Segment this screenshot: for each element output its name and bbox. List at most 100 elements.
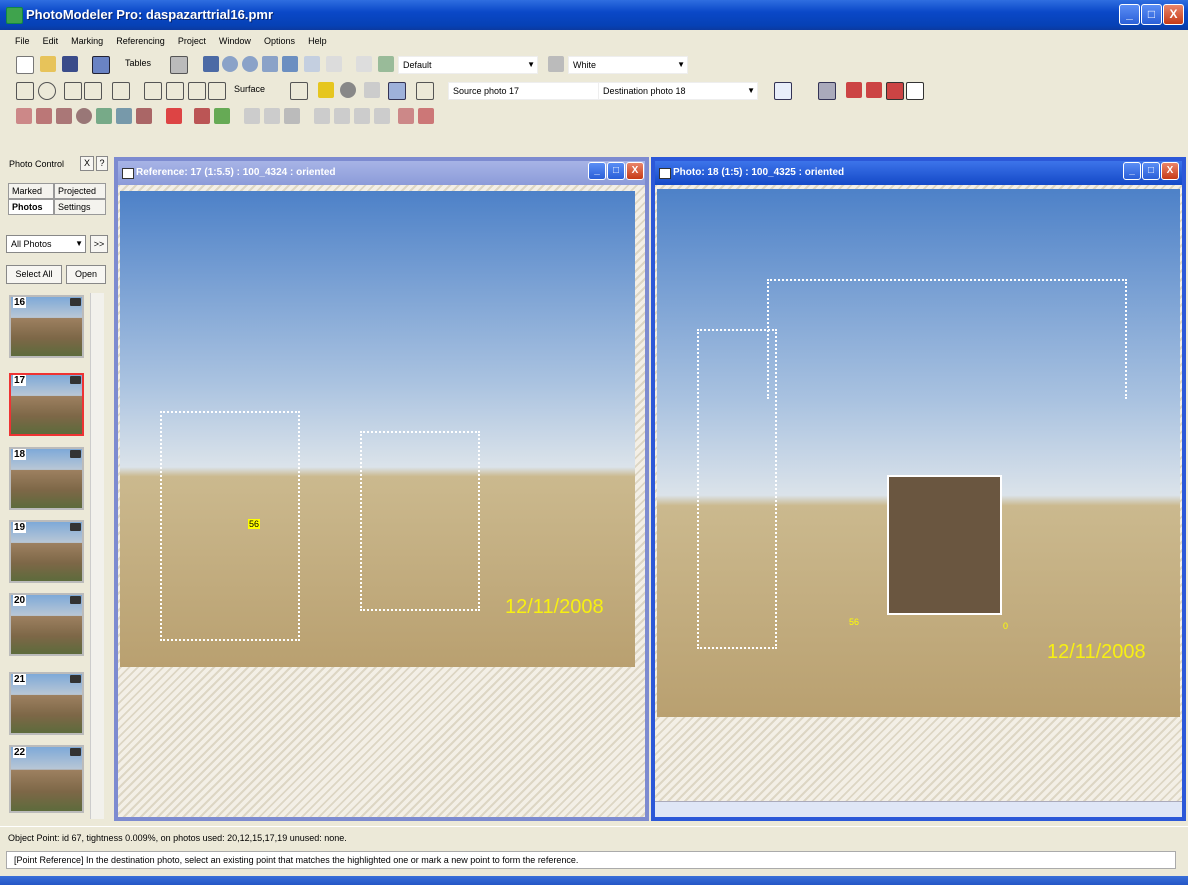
- layout-2-icon[interactable]: [866, 82, 882, 98]
- source-photo-combo[interactable]: Source photo 17▼: [448, 82, 608, 100]
- open-folder-icon[interactable]: [40, 56, 56, 72]
- camera-station-icon[interactable]: [340, 82, 356, 98]
- menu-window[interactable]: Window: [214, 34, 256, 48]
- style-combo[interactable]: Default ▼: [398, 56, 538, 74]
- photo-maximize-button[interactable]: □: [1142, 162, 1160, 180]
- swap-photos-icon[interactable]: [818, 82, 836, 100]
- select-point-icon[interactable]: [774, 82, 792, 100]
- tool-5-icon[interactable]: [96, 108, 112, 124]
- undo-icon[interactable]: [356, 56, 372, 72]
- tab-photos[interactable]: Photos: [8, 199, 54, 215]
- menu-file[interactable]: File: [10, 34, 35, 48]
- destination-photo-window[interactable]: Photo: 18 (1:5) : 100_4325 : oriented _ …: [651, 157, 1186, 821]
- tool-7-icon[interactable]: [136, 108, 152, 124]
- zoom-point-icon[interactable]: [38, 82, 56, 100]
- tab-settings[interactable]: Settings: [54, 199, 106, 215]
- thumbnail-16[interactable]: 16: [9, 295, 84, 358]
- tool-9-icon[interactable]: [194, 108, 210, 124]
- reference-photo-window[interactable]: Reference: 17 (1:5.5) : 100_4324 : orien…: [114, 157, 649, 821]
- thumbnail-19[interactable]: 19: [9, 520, 84, 583]
- close-button[interactable]: X: [1163, 4, 1184, 25]
- mark-point-icon[interactable]: [64, 82, 82, 100]
- tool-16-icon[interactable]: [354, 108, 370, 124]
- path-icon[interactable]: [290, 82, 308, 100]
- tool-4-icon[interactable]: [76, 108, 92, 124]
- tables-label[interactable]: Tables: [125, 58, 151, 68]
- spline-icon[interactable]: [188, 82, 206, 100]
- tool-11-icon[interactable]: [244, 108, 260, 124]
- thumbnail-21[interactable]: 21: [9, 672, 84, 735]
- tab-marked[interactable]: Marked: [8, 183, 54, 199]
- move-point-icon[interactable]: [84, 82, 102, 100]
- photo-window-caption[interactable]: Photo: 18 (1:5) : 100_4325 : oriented _ …: [655, 161, 1182, 185]
- maximize-button[interactable]: □: [1141, 4, 1162, 25]
- tool-18-icon[interactable]: [398, 108, 414, 124]
- layout-1-icon[interactable]: [846, 82, 862, 98]
- thumbnail-20[interactable]: 20: [9, 593, 84, 656]
- layers-icon[interactable]: [326, 56, 342, 72]
- minimize-button[interactable]: _: [1119, 4, 1140, 25]
- text-icon[interactable]: [364, 82, 380, 98]
- color-icon[interactable]: [548, 56, 564, 72]
- zoom-fit-icon[interactable]: [262, 56, 278, 72]
- tool-15-icon[interactable]: [334, 108, 350, 124]
- tool-14-icon[interactable]: [314, 108, 330, 124]
- auto-reference-icon[interactable]: [416, 82, 434, 100]
- more-button[interactable]: >>: [90, 235, 108, 253]
- panel-close-button[interactable]: X: [80, 156, 94, 171]
- menu-marking[interactable]: Marking: [66, 34, 108, 48]
- align-icon[interactable]: [304, 56, 320, 72]
- ref-maximize-button[interactable]: □: [607, 162, 625, 180]
- menu-edit[interactable]: Edit: [38, 34, 64, 48]
- edge-icon[interactable]: [144, 82, 162, 100]
- ref-close-button[interactable]: X: [626, 162, 644, 180]
- layout-3-icon[interactable]: [886, 82, 904, 100]
- thumbnail-scrollbar[interactable]: [90, 293, 104, 819]
- open-button[interactable]: Open: [66, 265, 106, 284]
- tab-projected[interactable]: Projected: [54, 183, 106, 199]
- save-icon[interactable]: [62, 56, 78, 72]
- tool-2-icon[interactable]: [36, 108, 52, 124]
- tool-8-icon[interactable]: [166, 108, 182, 124]
- remove-reference-icon[interactable]: [794, 82, 810, 98]
- photo-horizontal-scrollbar[interactable]: [655, 801, 1182, 817]
- tool-3-icon[interactable]: [56, 108, 72, 124]
- destination-photo-combo[interactable]: Destination photo 18 ▼: [598, 82, 758, 100]
- destination-photo[interactable]: 56 0 12/11/2008: [657, 189, 1180, 717]
- photo-filter-combo[interactable]: All Photos ▼: [6, 235, 86, 253]
- photo-minimize-button[interactable]: _: [1123, 162, 1141, 180]
- thumbnail-22[interactable]: 22: [9, 745, 84, 813]
- measure-icon[interactable]: [318, 82, 334, 98]
- cylinder-icon[interactable]: [208, 82, 226, 100]
- tool-13-icon[interactable]: [284, 108, 300, 124]
- line-icon[interactable]: [112, 82, 130, 100]
- select-all-button[interactable]: Select All: [6, 265, 62, 284]
- zoom-in-icon[interactable]: [222, 56, 238, 72]
- tool-12-icon[interactable]: [264, 108, 280, 124]
- thumbnail-17[interactable]: 17: [9, 373, 84, 436]
- menu-help[interactable]: Help: [303, 34, 332, 48]
- surface-label[interactable]: Surface: [234, 84, 265, 94]
- layout-4-icon[interactable]: [906, 82, 924, 100]
- tool-17-icon[interactable]: [374, 108, 390, 124]
- menu-project[interactable]: Project: [173, 34, 211, 48]
- pointer-icon[interactable]: [16, 82, 34, 100]
- title-bar[interactable]: PhotoModeler Pro: daspazarttrial16.pmr _…: [0, 0, 1188, 30]
- new-file-icon[interactable]: [16, 56, 34, 74]
- tool-10-icon[interactable]: [214, 108, 230, 124]
- reference-photo[interactable]: 56 12/11/2008: [120, 191, 635, 667]
- menu-referencing[interactable]: Referencing: [111, 34, 170, 48]
- menu-options[interactable]: Options: [259, 34, 300, 48]
- tool-1-icon[interactable]: [16, 108, 32, 124]
- tool-19-icon[interactable]: [418, 108, 434, 124]
- reference-icon[interactable]: [388, 82, 406, 100]
- project-icon[interactable]: [92, 56, 110, 74]
- tool-6-icon[interactable]: [116, 108, 132, 124]
- reference-window-caption[interactable]: Reference: 17 (1:5.5) : 100_4324 : orien…: [118, 161, 645, 185]
- grid-icon[interactable]: [203, 56, 219, 72]
- thumbnail-18[interactable]: 18: [9, 447, 84, 510]
- curve-icon[interactable]: [166, 82, 184, 100]
- ref-minimize-button[interactable]: _: [588, 162, 606, 180]
- view-icon[interactable]: [170, 56, 188, 74]
- pan-icon[interactable]: [282, 56, 298, 72]
